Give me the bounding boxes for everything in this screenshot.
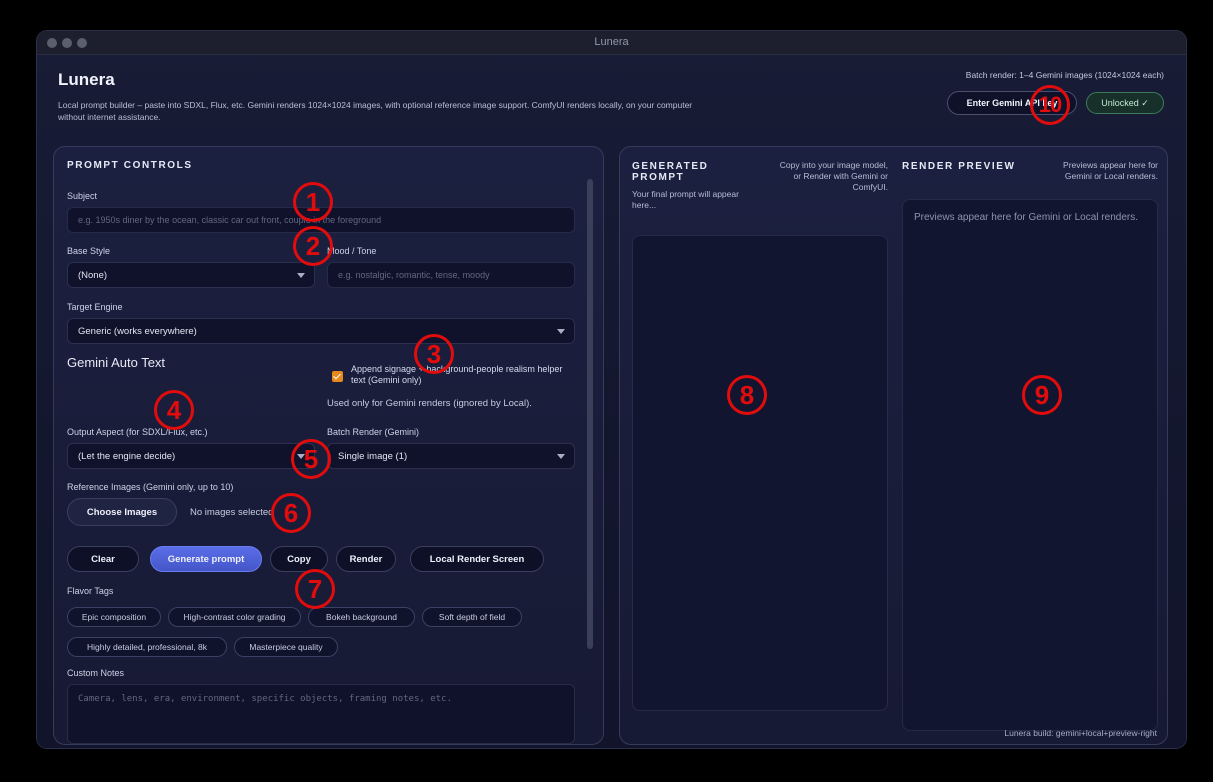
annotation-marker-7: 7 (295, 569, 335, 609)
batch-render-select[interactable]: Single image (1) (327, 443, 575, 469)
output-panel: GENERATED PROMPT Your final prompt will … (619, 146, 1168, 745)
annotation-marker-10: 10 (1030, 85, 1070, 125)
gemini-auto-title: Gemini Auto Text (67, 355, 166, 370)
mood-label: Mood / Tone (327, 246, 377, 256)
clear-button[interactable]: Clear (67, 546, 139, 572)
flavor-tag[interactable]: Soft depth of field (422, 607, 522, 627)
generated-prompt-subtitle: Your final prompt will appear here... (632, 189, 739, 210)
target-engine-select[interactable]: Generic (works everywhere) (67, 318, 575, 344)
base-style-label: Base Style (67, 246, 111, 256)
output-aspect-value: (Let the engine decide) (78, 450, 176, 462)
annotation-marker-8: 8 (727, 375, 767, 415)
render-preview-placeholder: Previews appear here for Gemini or Local… (914, 212, 1138, 223)
controls-scrollbar[interactable] (587, 179, 593, 649)
annotation-marker-2: 2 (293, 226, 333, 266)
target-engine-label: Target Engine (67, 302, 123, 312)
copy-button[interactable]: Copy (270, 546, 328, 572)
output-aspect-select[interactable]: (Let the engine decide) (67, 443, 315, 469)
app-window: Lunera Lunera Local prompt builder – pas… (37, 31, 1186, 748)
reference-images-label: Reference Images (Gemini only, up to 10) (67, 482, 234, 492)
title-bar: Lunera (37, 31, 1186, 55)
render-preview-area: Previews appear here for Gemini or Local… (902, 199, 1158, 731)
build-note: Lunera build: gemini+local+preview-right (1004, 728, 1157, 738)
base-style-select[interactable]: (None) (67, 262, 315, 288)
chevron-down-icon (557, 454, 565, 459)
reference-status: No images selected (190, 507, 274, 518)
render-preview-title: RENDER PREVIEW (902, 161, 1016, 172)
flavor-tag[interactable]: High-contrast color grading (168, 607, 301, 627)
choose-images-button[interactable]: Choose Images (67, 498, 177, 526)
app-description: Local prompt builder – paste into SDXL, … (58, 100, 693, 122)
chevron-down-icon (557, 329, 565, 334)
annotation-marker-5: 5 (291, 439, 331, 479)
output-aspect-label: Output Aspect (for SDXL/Flux, etc.) (67, 427, 208, 437)
custom-notes-label: Custom Notes (67, 668, 125, 678)
base-style-value: (None) (78, 269, 108, 281)
realism-helper-checkbox[interactable] (332, 371, 343, 382)
status-badge: Unlocked ✓ (1086, 92, 1164, 114)
render-preview-hint: Previews appear here for Gemini or Local… (1063, 160, 1158, 181)
annotation-marker-6: 6 (271, 493, 311, 533)
target-engine-value: Generic (works everywhere) (78, 325, 197, 337)
subject-label: Subject (67, 191, 98, 201)
annotation-marker-4: 4 (154, 390, 194, 430)
custom-notes-textarea[interactable]: Camera, lens, era, environment, specific… (67, 684, 575, 744)
window-title: Lunera (594, 36, 629, 48)
generate-prompt-button[interactable]: Generate prompt (150, 546, 262, 572)
realism-helper-label: Append signage + background-people reali… (351, 364, 563, 385)
batch-render-label: Batch Render (Gemini) (327, 427, 420, 437)
app-title: Lunera (58, 70, 115, 89)
chevron-down-icon (297, 273, 305, 278)
gemini-auto-note: Used only for Gemini renders (ignored by… (327, 398, 532, 409)
flavor-tag[interactable]: Highly detailed, professional, 8k (67, 637, 227, 657)
flavor-tag[interactable]: Masterpiece quality (234, 637, 338, 657)
flavor-tag[interactable]: Bokeh background (308, 607, 415, 627)
prompt-controls-title: PROMPT CONTROLS (67, 160, 193, 171)
generated-prompt-title: GENERATED PROMPT (632, 161, 709, 183)
render-button[interactable]: Render (336, 546, 396, 572)
batch-note: Batch render: 1–4 Gemini images (1024×10… (965, 70, 1164, 80)
batch-render-value: Single image (1) (338, 450, 408, 462)
flavor-tag[interactable]: Epic composition (67, 607, 161, 627)
annotation-marker-1: 1 (293, 182, 333, 222)
generated-prompt-hint: Copy into your image model, or Render wi… (779, 160, 888, 192)
flavor-tags-label: Flavor Tags (67, 586, 114, 596)
mood-input[interactable]: e.g. nostalgic, romantic, tense, moody (327, 262, 575, 288)
annotation-marker-9: 9 (1022, 375, 1062, 415)
annotation-marker-3: 3 (414, 334, 454, 374)
local-render-screen-button[interactable]: Local Render Screen (410, 546, 544, 572)
generated-prompt-output[interactable] (632, 235, 888, 711)
